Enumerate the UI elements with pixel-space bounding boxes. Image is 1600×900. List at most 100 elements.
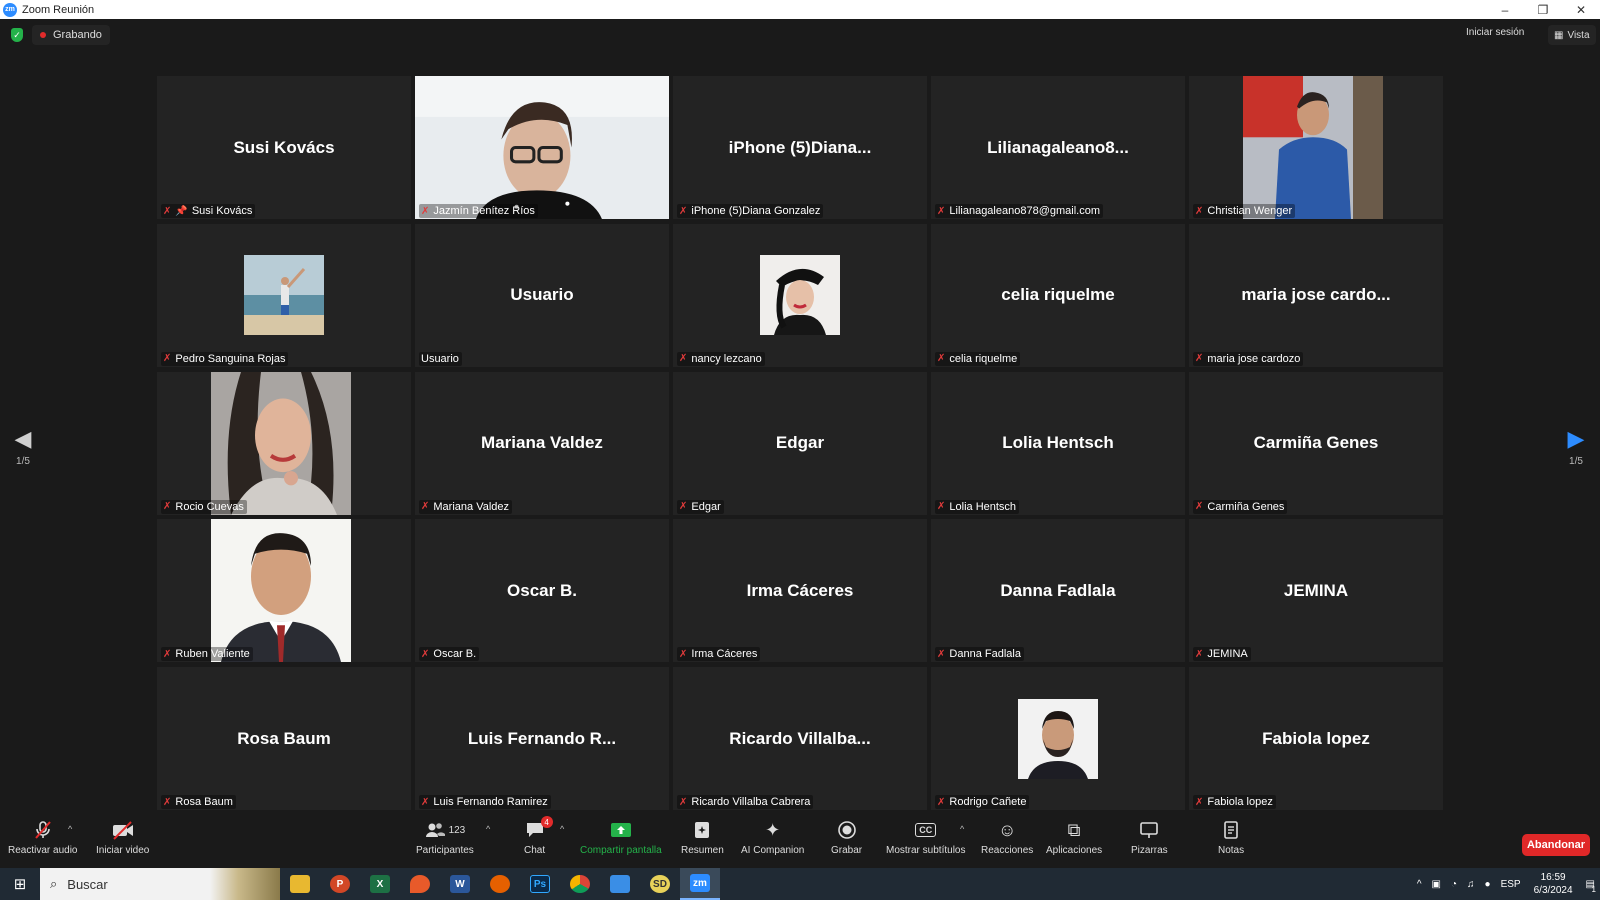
participant-tile[interactable]: ✗ Jazmín Benítez Ríos: [415, 76, 669, 219]
tray-expand-icon[interactable]: ^: [1417, 879, 1422, 890]
participant-tile[interactable]: JEMINA ✗ JEMINA: [1189, 519, 1443, 663]
summary-button[interactable]: Resumen: [681, 818, 724, 856]
record-button[interactable]: Grabar: [831, 818, 862, 856]
participant-video: [1189, 76, 1443, 219]
clock[interactable]: 16:59 6/3/2024: [1534, 871, 1573, 897]
photos-app-icon[interactable]: [600, 868, 640, 900]
audio-options-caret-icon[interactable]: ^: [68, 824, 72, 834]
participant-name: nancy lezcano: [691, 352, 762, 365]
window-controls: – ❐ ✕: [1486, 0, 1600, 19]
apps-button[interactable]: ⧉ Aplicaciones: [1046, 818, 1103, 857]
chat-icon: 4: [525, 816, 553, 842]
taskbar-search-box[interactable]: ⌕ Buscar: [40, 868, 280, 900]
participant-display-name: Danna Fadlala: [1000, 580, 1116, 600]
participant-tile[interactable]: ✗ Rodrigo Cañete: [931, 667, 1185, 810]
participant-tile[interactable]: Lilianagaleano8... ✗ Lilianagaleano878@gma…: [931, 76, 1185, 219]
mic-muted-icon: ✗: [163, 501, 172, 512]
participant-tile[interactable]: Fabiola lopez ✗ Fabiola lopez: [1189, 667, 1443, 810]
participant-tile[interactable]: Luis Fernando R... ✗ Luis Fernando Ramirez: [415, 667, 669, 810]
sd-app-icon[interactable]: SD: [640, 868, 680, 900]
mic-muted-icon: ✗: [163, 796, 172, 808]
recording-label: Grabando: [53, 29, 102, 41]
minimize-icon[interactable]: –: [1486, 0, 1524, 19]
start-video-button[interactable]: Iniciar video: [96, 818, 149, 856]
flame-app-icon[interactable]: [400, 868, 440, 900]
participant-tile[interactable]: ✗ Ruben Valiente: [157, 519, 411, 663]
word-icon[interactable]: W: [440, 868, 480, 900]
participant-tile[interactable]: Rosa Baum ✗ Rosa Baum: [157, 667, 411, 810]
participant-tile[interactable]: Danna Fadlala ✗ Danna Fadlala: [931, 519, 1185, 663]
participant-display-name: Usuario: [510, 285, 574, 305]
participant-tile[interactable]: celia riquelme ✗ celia riquelme: [931, 223, 1185, 367]
mic-muted-icon: ✗: [679, 205, 688, 217]
participant-tile[interactable]: Edgar ✗ Edgar: [673, 371, 927, 515]
mic-muted-icon: ✗: [1195, 796, 1204, 808]
tray-meet-icon[interactable]: ▣: [1432, 879, 1441, 890]
participant-tile[interactable]: ✗ nancy lezcano: [673, 223, 927, 367]
reactions-button[interactable]: ☺ Reacciones: [981, 818, 1033, 857]
chat-button[interactable]: 4 Chat: [524, 816, 553, 856]
captions-caret-icon[interactable]: ^: [960, 824, 964, 834]
participant-tile[interactable]: Mariana Valdez ✗ Mariana Valdez: [415, 371, 669, 515]
microphone-icon[interactable]: ●: [1485, 879, 1491, 890]
view-button[interactable]: ▦ Vista: [1548, 25, 1596, 45]
whiteboards-button[interactable]: Pizarras: [1131, 818, 1168, 856]
next-page-button[interactable]: ▶ 1/5: [1561, 428, 1591, 468]
participant-name-label: ✗ Danna Fadlala: [935, 647, 1024, 662]
view-label: Vista: [1567, 29, 1590, 41]
notes-label: Notas: [1218, 845, 1245, 856]
language-indicator[interactable]: ESP: [1501, 879, 1521, 890]
captions-button[interactable]: CC Mostrar subtítulos: [886, 818, 965, 856]
participant-tile[interactable]: Lolia Hentsch ✗ Lolia Hentsch: [931, 371, 1185, 515]
participant-tile[interactable]: maria jose cardo... ✗ maria jose cardozo: [1189, 223, 1443, 367]
participants-button[interactable]: 123 Participantes: [416, 818, 474, 856]
photoshop-icon[interactable]: Ps: [520, 868, 560, 900]
ai-companion-button[interactable]: ✦ AI Companion: [741, 818, 804, 857]
participant-name-label: ✗ Ricardo Villalba Cabrera: [677, 795, 814, 809]
participant-tile[interactable]: ✗ Christian Wenger: [1189, 76, 1443, 219]
windows-start-icon[interactable]: ⊞: [0, 868, 40, 900]
participant-name-label: ✗ nancy lezcano: [677, 351, 765, 366]
participants-caret-icon[interactable]: ^: [486, 824, 490, 834]
participant-tile[interactable]: ✗ Rocio Cuevas: [157, 371, 411, 515]
excel-icon[interactable]: X: [360, 868, 400, 900]
wifi-icon[interactable]: ◔: [1451, 879, 1457, 890]
grid-view-icon: ▦: [1554, 29, 1564, 41]
participant-name-label: ✗ Ruben Valiente: [161, 647, 253, 662]
participant-tile[interactable]: Oscar B. ✗ Oscar B.: [415, 519, 669, 663]
file-explorer-icon[interactable]: [280, 868, 320, 900]
firefox-icon[interactable]: [480, 868, 520, 900]
leave-meeting-button[interactable]: Abandonar: [1522, 834, 1590, 856]
participant-name-label: ✗ Rosa Baum: [161, 795, 236, 809]
participant-tile[interactable]: ✗ Pedro Sanguina Rojas: [157, 223, 411, 367]
participant-tile[interactable]: Ricardo Villalba... ✗ Ricardo Villalba Cab…: [673, 667, 927, 810]
clock-time: 16:59: [1540, 872, 1566, 883]
chrome-icon[interactable]: [560, 868, 600, 900]
apps-label: Aplicaciones: [1046, 845, 1103, 856]
participant-display-name: maria jose cardo...: [1241, 285, 1391, 305]
mic-muted-icon: ✗: [679, 648, 688, 660]
participant-name: Luis Fernando Ramirez: [433, 796, 548, 808]
recording-indicator[interactable]: Grabando: [32, 25, 110, 45]
participant-name: celia riquelme: [949, 352, 1018, 365]
signin-button[interactable]: Iniciar sesión: [1466, 27, 1524, 38]
notifications-icon[interactable]: ▤ 1: [1586, 879, 1596, 894]
powerpoint-icon[interactable]: P: [320, 868, 360, 900]
participant-tile[interactable]: Usuario Usuario: [415, 223, 669, 367]
zoom-taskbar-icon[interactable]: zm: [680, 868, 720, 900]
participant-display-name: Irma Cáceres: [746, 580, 854, 600]
close-icon[interactable]: ✕: [1562, 0, 1600, 19]
arrow-right-icon: ▶: [1567, 426, 1585, 451]
participant-tile[interactable]: Irma Cáceres ✗ Irma Cáceres: [673, 519, 927, 663]
chat-caret-icon[interactable]: ^: [560, 824, 564, 834]
prev-page-button[interactable]: ◀ 1/5: [8, 428, 38, 468]
participant-tile[interactable]: Susi Kovács ✗ 📌 Susi Kovács: [157, 76, 411, 219]
volume-icon[interactable]: ♫: [1467, 879, 1475, 890]
security-shield-icon[interactable]: ✓: [11, 28, 23, 42]
notes-button[interactable]: Notas: [1218, 818, 1244, 856]
participant-tile[interactable]: Carmiña Genes ✗ Carmiña Genes: [1189, 371, 1443, 515]
restore-icon[interactable]: ❐: [1524, 0, 1562, 19]
share-screen-button[interactable]: Compartir pantalla: [580, 818, 662, 856]
participant-tile[interactable]: iPhone (5)Diana... ✗ iPhone (5)Diana Gonza…: [673, 76, 927, 219]
apps-icon: ⧉: [1067, 819, 1081, 840]
